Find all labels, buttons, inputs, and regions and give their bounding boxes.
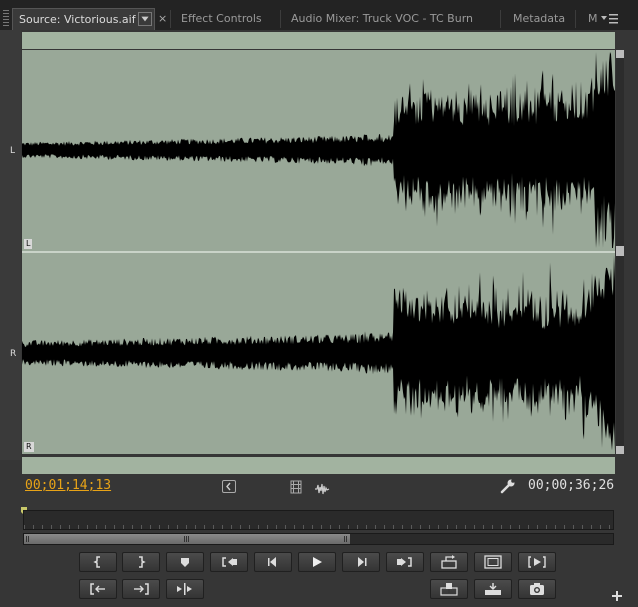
tab-source-label: Source: Victorious.aif (19, 13, 136, 26)
zoom-strip-bottom (22, 457, 615, 474)
waveform-area[interactable]: L R (22, 50, 615, 454)
add-marker-button[interactable] (166, 552, 204, 572)
tab-overflow-label: M (588, 12, 598, 25)
tab-metadata-label: Metadata (513, 12, 566, 25)
safe-margins-icon[interactable] (222, 480, 236, 493)
insert-button[interactable] (430, 552, 468, 572)
scroll-handle-middle[interactable] (616, 246, 624, 256)
tab-metadata[interactable]: Metadata (513, 8, 565, 30)
panel-grip-icon[interactable] (3, 10, 9, 26)
tab-source[interactable]: Source: Victorious.aif (12, 8, 155, 30)
channel-label-left: L (10, 146, 16, 156)
mark-out-button[interactable] (122, 552, 160, 572)
playhead-marker[interactable] (21, 500, 27, 515)
insert-clip-button[interactable] (430, 579, 468, 599)
scroll-handle-bottom[interactable] (616, 446, 624, 454)
settings-wrench-icon[interactable] (500, 478, 516, 494)
play-in-to-out-button[interactable] (518, 552, 556, 572)
clear-out-button[interactable] (122, 579, 160, 599)
drag-audio-icon[interactable] (314, 480, 330, 495)
tab-effect-controls-label: Effect Controls (181, 12, 262, 25)
button-editor-plus-icon[interactable] (611, 587, 623, 601)
step-forward-button[interactable] (342, 552, 380, 572)
channel-corner-label-right: R (24, 442, 34, 452)
time-ruler[interactable] (23, 510, 614, 530)
overwrite-button[interactable] (474, 579, 512, 599)
audio-waveform (22, 50, 615, 454)
safe-margins-button[interactable] (474, 552, 512, 572)
tab-audio-mixer[interactable]: Audio Mixer: Truck VOC - TC Burn (291, 8, 473, 30)
tab-audio-mixer-label: Audio Mixer: Truck VOC - TC Burn (291, 12, 473, 25)
close-tab-icon[interactable]: × (158, 13, 167, 24)
current-timecode[interactable]: 00;01;14;13 (25, 478, 111, 493)
drag-video-icon[interactable] (290, 479, 302, 494)
zoom-scrollbar-thumb[interactable] (24, 534, 350, 544)
go-to-out-button[interactable] (386, 552, 424, 572)
zoom-scrollbar[interactable] (23, 533, 614, 545)
play-button[interactable] (298, 552, 336, 572)
zoom-strip-top (22, 32, 615, 49)
tab-source-menu-button[interactable] (138, 12, 152, 26)
panel-tab-bar: Source: Victorious.aif × Effect Controls… (0, 0, 638, 30)
shuttle-button[interactable] (166, 579, 204, 599)
tab-effect-controls[interactable]: Effect Controls (181, 8, 262, 30)
scroll-handle-top[interactable] (616, 50, 624, 58)
camera-icon (530, 583, 544, 595)
go-to-in-button[interactable] (210, 552, 248, 572)
dropdown-triangle-icon (141, 16, 149, 22)
source-monitor-panel: L R L R 00;01;14;13 00;00;36;26 (0, 30, 638, 607)
panel-menu-icon[interactable] (600, 11, 620, 25)
mark-in-button[interactable] (79, 552, 117, 572)
duration-timecode: 00;00;36;26 (528, 478, 615, 493)
channel-corner-label-left: L (24, 239, 33, 249)
tab-overflow[interactable]: M (588, 8, 598, 30)
vertical-zoom-scrollbar[interactable] (616, 50, 624, 454)
export-frame-button[interactable] (518, 579, 556, 599)
channel-label-right: R (10, 349, 17, 359)
clear-in-button[interactable] (79, 579, 117, 599)
step-back-button[interactable] (254, 552, 292, 572)
